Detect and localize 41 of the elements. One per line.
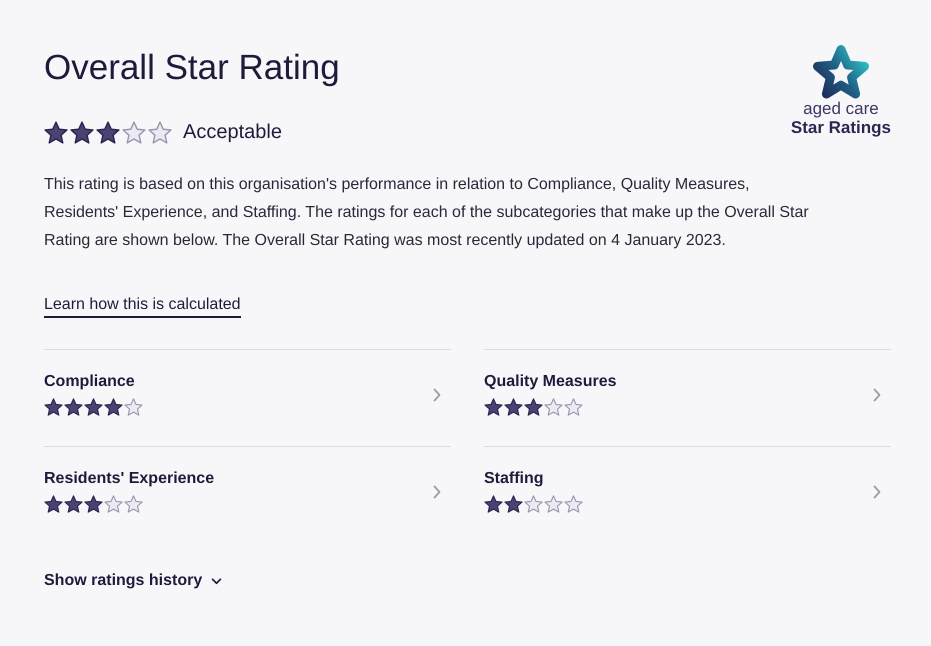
logo-tagline: aged care bbox=[803, 100, 879, 118]
star-icon bbox=[504, 398, 523, 416]
star-icon bbox=[96, 121, 120, 144]
subcategory-row[interactable]: Staffing bbox=[484, 446, 891, 543]
subcategory-row[interactable]: Compliance bbox=[44, 349, 451, 446]
star-icon bbox=[70, 121, 94, 144]
chevron-right-icon bbox=[433, 388, 441, 402]
star-outline-icon bbox=[148, 121, 172, 144]
star-outline-icon bbox=[544, 398, 563, 416]
star-icon bbox=[44, 398, 63, 416]
subcategory-row[interactable]: Residents' Experience bbox=[44, 446, 451, 543]
star-outline-icon bbox=[124, 398, 143, 416]
description-text: This rating is based on this organisation's performance in relation to Compliance, Quality Measures, Residents' Experience, and Staffing. The ratings for each of the subcategories that make up the Overall Star Rating are shown below. The Overall Star Rating was most recently updated on 4 January 2023. bbox=[44, 175, 810, 251]
star-outline-icon bbox=[122, 121, 146, 144]
star-icon bbox=[484, 494, 503, 512]
star-icon bbox=[104, 398, 123, 416]
chevron-right-icon bbox=[433, 484, 441, 498]
star-outline-icon bbox=[564, 398, 583, 416]
star-outline-icon bbox=[104, 494, 123, 512]
ratings-history-toggle[interactable]: Show ratings history bbox=[44, 571, 222, 591]
rating-label: Acceptable bbox=[183, 121, 282, 144]
page-title: Overall Star Rating bbox=[44, 48, 340, 88]
logo-star-icon bbox=[810, 44, 871, 100]
star-icon bbox=[64, 398, 83, 416]
chevron-right-icon bbox=[873, 388, 881, 402]
logo-wordmark: Star Ratings bbox=[790, 118, 891, 138]
subcategory-row[interactable]: Quality Measures bbox=[484, 349, 891, 446]
star-icon bbox=[524, 398, 543, 416]
star-icon bbox=[84, 398, 103, 416]
star-outline-icon bbox=[544, 494, 563, 512]
star-outline-icon bbox=[124, 494, 143, 512]
learn-more-link[interactable]: Learn how this is calculated bbox=[44, 295, 241, 318]
star-outline-icon bbox=[564, 494, 583, 512]
star-icon bbox=[84, 494, 103, 512]
star-icon bbox=[504, 494, 523, 512]
star-icon bbox=[44, 121, 68, 144]
star-icon bbox=[64, 494, 83, 512]
star-icon bbox=[484, 398, 503, 416]
star-outline-icon bbox=[524, 494, 543, 512]
star-icon bbox=[44, 494, 63, 512]
chevron-right-icon bbox=[873, 484, 881, 498]
